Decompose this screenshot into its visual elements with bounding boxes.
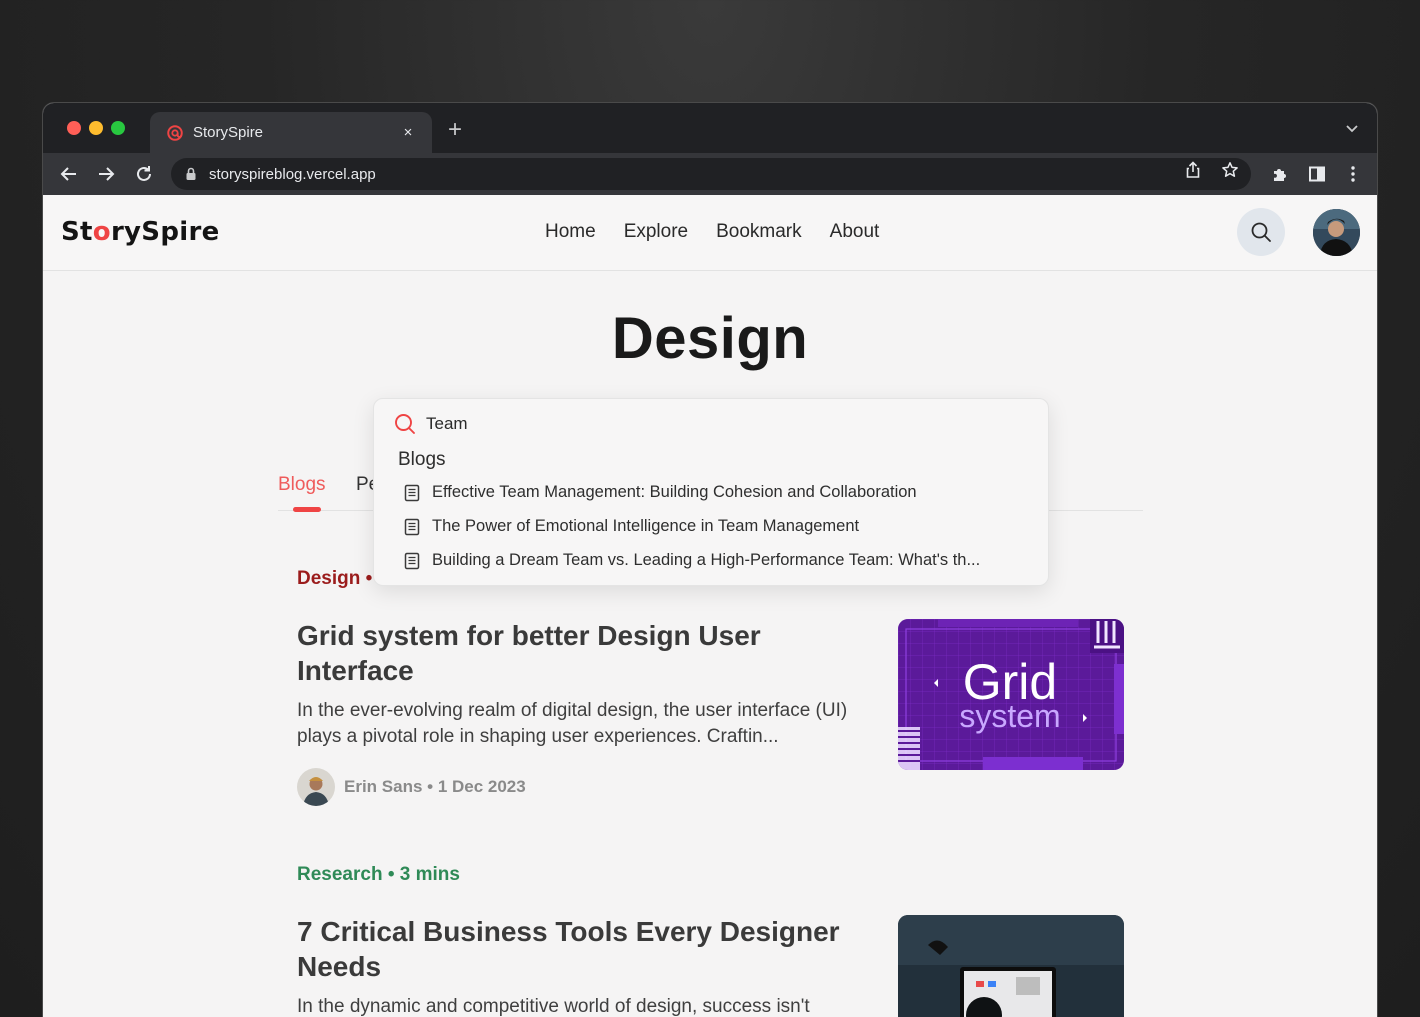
user-avatar[interactable] xyxy=(1313,209,1360,256)
site-header: StorySpire Home Explore Bookmark About xyxy=(43,195,1377,271)
document-icon xyxy=(404,484,420,501)
logo-text-start: St xyxy=(61,217,93,247)
active-tab-indicator xyxy=(293,507,321,512)
nav-explore-link[interactable]: Explore xyxy=(624,221,688,243)
page-title: Design xyxy=(611,306,809,371)
search-result-label: Building a Dream Team vs. Leading a High… xyxy=(432,551,981,569)
post-excerpt: In the dynamic and competitive world of … xyxy=(297,996,810,1017)
lock-icon xyxy=(186,167,196,180)
search-icon xyxy=(395,414,415,434)
logo-text-end: rySpire xyxy=(110,217,220,247)
search-result-item[interactable]: The Power of Emotional Intelligence in T… xyxy=(404,517,859,536)
thumb-text-system: system xyxy=(959,698,1060,734)
share-icon[interactable] xyxy=(1183,160,1203,180)
post-title[interactable]: 7 Critical Business Tools Every Designer… xyxy=(297,914,857,984)
url-text: storyspireblog.vercel.app xyxy=(209,165,376,183)
logo-at-icon: o xyxy=(92,217,111,247)
document-icon xyxy=(404,552,420,569)
nav-bookmark-link[interactable]: Bookmark xyxy=(716,221,802,243)
post-title[interactable]: Grid system for better Design User Inter… xyxy=(297,618,857,688)
nav-about-link[interactable]: About xyxy=(830,221,880,243)
main-nav: Home Explore Bookmark About xyxy=(545,221,879,243)
browser-tab[interactable]: StorySpire × xyxy=(150,112,432,153)
search-result-label: The Power of Emotional Intelligence in T… xyxy=(432,517,860,535)
search-popover: Blogs Effective Team Management: Buildin… xyxy=(373,398,1049,586)
extensions-puzzle-icon[interactable] xyxy=(1270,164,1290,184)
site-logo[interactable]: StorySpire xyxy=(61,217,220,247)
post-category[interactable]: Design • xyxy=(297,568,372,590)
popover-search-field[interactable] xyxy=(394,413,1006,435)
tab-close-icon[interactable]: × xyxy=(400,124,416,141)
author-meta: Erin Sans • 1 Dec 2023 xyxy=(344,777,526,796)
forward-arrow-icon[interactable] xyxy=(94,162,118,186)
search-result-label: Effective Team Management: Building Cohe… xyxy=(432,483,917,501)
search-result-item[interactable]: Effective Team Management: Building Cohe… xyxy=(404,483,917,502)
tab-search-chevron-icon[interactable] xyxy=(1345,121,1359,140)
maximize-window-button[interactable] xyxy=(111,121,125,135)
tab-strip: StorySpire × + xyxy=(43,103,1377,153)
browser-toolbar: storyspireblog.vercel.app xyxy=(43,153,1377,195)
search-section-heading: Blogs xyxy=(398,449,446,470)
post-excerpt: In the ever-evolving realm of digital de… xyxy=(297,700,848,747)
web-page: StorySpire Home Explore Bookmark About D… xyxy=(43,195,1377,1017)
tab-blogs[interactable]: Blogs xyxy=(278,474,326,496)
back-arrow-icon[interactable] xyxy=(57,162,81,186)
post-author[interactable]: Erin Sans • 1 Dec 2023 xyxy=(297,768,526,806)
search-result-item[interactable]: Building a Dream Team vs. Leading a High… xyxy=(404,551,980,570)
new-tab-button[interactable]: + xyxy=(448,116,462,144)
close-window-button[interactable] xyxy=(67,121,81,135)
nav-home-link[interactable]: Home xyxy=(545,221,596,243)
side-panel-icon[interactable] xyxy=(1307,164,1327,184)
post-category[interactable]: Research • 3 mins xyxy=(297,864,460,886)
document-icon xyxy=(404,518,420,535)
search-input[interactable] xyxy=(426,414,1006,434)
minimize-window-button[interactable] xyxy=(89,121,103,135)
storyspire-favicon-icon xyxy=(167,124,183,141)
post-thumbnail[interactable]: Grid system xyxy=(898,619,1124,770)
bookmark-star-icon[interactable] xyxy=(1220,160,1240,180)
search-icon xyxy=(1251,222,1271,242)
browser-window: StorySpire × + storyspireblog.vercel.app xyxy=(42,102,1378,1017)
search-button[interactable] xyxy=(1237,208,1285,256)
reload-icon[interactable] xyxy=(132,162,156,186)
tab-title: StorySpire xyxy=(193,124,264,141)
post-thumbnail[interactable] xyxy=(898,915,1124,1017)
author-avatar xyxy=(297,768,335,806)
address-bar[interactable]: storyspireblog.vercel.app xyxy=(171,158,1251,190)
browser-menu-icon[interactable] xyxy=(1343,164,1363,184)
window-controls xyxy=(67,121,125,135)
